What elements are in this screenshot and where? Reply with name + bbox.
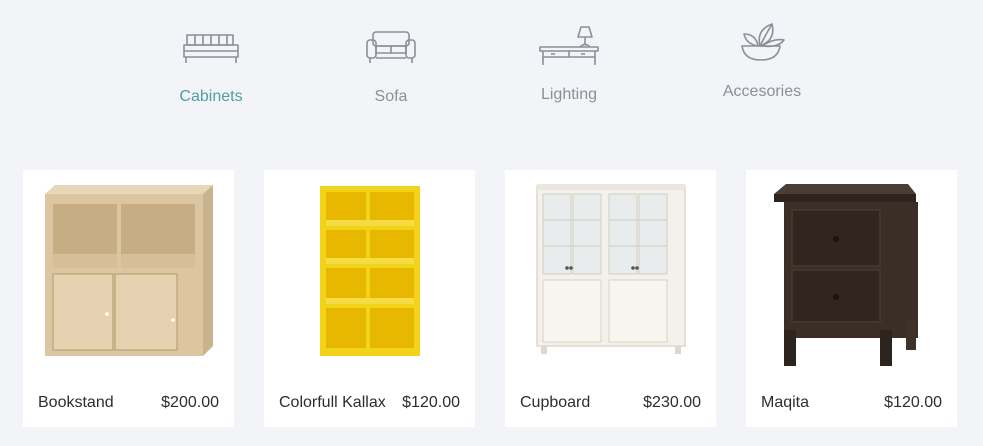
product-price: $230.00	[643, 394, 701, 411]
yellow-shelving-unit-image	[320, 186, 420, 356]
product-name: Maqita	[761, 394, 810, 411]
category-cabinets[interactable]: Cabinets	[141, 26, 281, 106]
light-wood-shelf-image	[45, 185, 213, 356]
category-label: Lighting	[540, 86, 598, 103]
category-label: Sofa	[374, 88, 408, 105]
product-card[interactable]: Maqita $120.00	[746, 170, 957, 427]
product-card[interactable]: Bookstand $200.00	[23, 170, 234, 427]
category-nav: Cabinets Sofa Lighting Accesories	[0, 0, 983, 130]
lamp-table-icon	[539, 26, 599, 65]
category-accesories[interactable]: Accesories	[692, 23, 832, 101]
product-name: Bookstand	[38, 394, 114, 411]
product-card[interactable]: Cupboard $230.00	[505, 170, 716, 427]
product-card[interactable]: Colorfull Kallax $120.00	[264, 170, 475, 427]
bed-icon	[183, 34, 239, 63]
product-name: Cupboard	[520, 394, 591, 411]
category-lighting[interactable]: Lighting	[499, 26, 639, 104]
category-label: Cabinets	[179, 88, 243, 105]
plant-bowl-icon	[741, 23, 785, 61]
category-label: Accesories	[722, 83, 802, 100]
sofa-icon	[366, 31, 416, 63]
white-glass-door-cabinet-image	[536, 184, 686, 354]
product-name: Colorfull Kallax	[279, 394, 386, 411]
category-sofa[interactable]: Sofa	[321, 26, 461, 106]
product-price: $120.00	[884, 394, 942, 411]
product-price: $120.00	[402, 394, 460, 411]
dark-nightstand-image	[774, 184, 918, 366]
product-price: $200.00	[161, 394, 219, 411]
